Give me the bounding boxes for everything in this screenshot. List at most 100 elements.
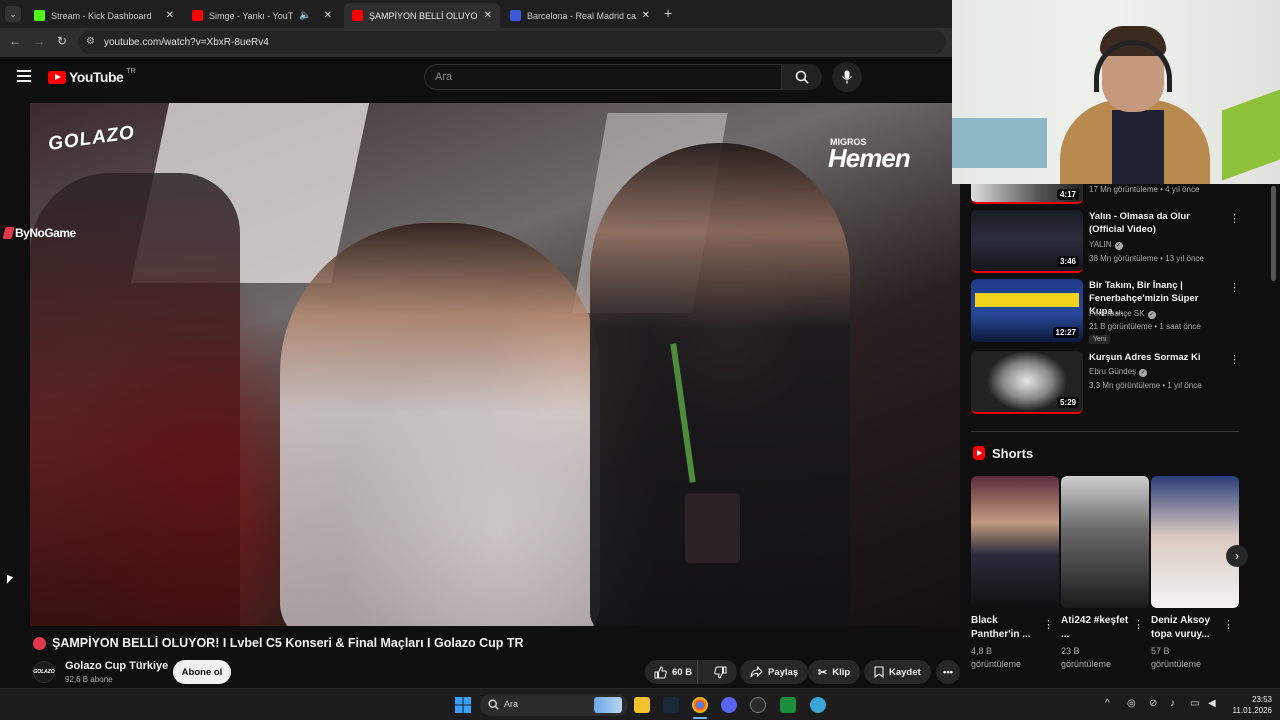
subscribe-button[interactable]: Abone ol [173, 660, 231, 684]
video-title: Kurşun Adres Sormaz Ki [1089, 352, 1201, 363]
channel-avatar[interactable]: GOLAZO [33, 661, 55, 683]
more-vertical-icon[interactable]: ⋮ [1133, 618, 1144, 631]
more-vertical-icon[interactable]: ⋮ [1043, 618, 1054, 631]
save-button[interactable]: Kaydet [864, 660, 931, 684]
tab-barcelona-real-madrid[interactable]: Barcelona - Real Madrid canlı skor ✕ [502, 3, 658, 28]
mouse-cursor-icon [7, 574, 13, 587]
tab-sampiyon-belli-oluyor[interactable]: ŞAMPİYON BELLİ OLUYOR! I Lvbel C5 Konser… [344, 3, 500, 28]
recommendation-item[interactable]: 12:27 Bir Takım, Bir İnanç | Fenerbahçe'… [971, 279, 1241, 344]
video-thumbnail[interactable]: 12:27 [971, 279, 1083, 342]
back-arrow-icon[interactable]: ← [9, 34, 21, 48]
search-icon [488, 699, 499, 710]
short-title[interactable]: Deniz Aksoy topa vuruy... [1151, 614, 1221, 642]
video-player[interactable]: GOLAZO MIGROS Hemen [30, 103, 960, 626]
close-tab-icon[interactable]: ✕ [166, 10, 174, 21]
recommendation-item[interactable]: 5:29 Kurşun Adres Sormaz Ki Ebru Gündeş ✓… [971, 351, 1241, 414]
windows-start-icon[interactable] [455, 697, 471, 713]
app-icon[interactable] [750, 697, 766, 713]
notes-app-icon[interactable] [780, 697, 796, 713]
webcam-overlay [952, 0, 1280, 184]
taskbar-clock[interactable]: 23:53 11.01.2026 [1224, 694, 1272, 716]
clip-button[interactable]: ✂ Klip [808, 660, 861, 684]
more-vertical-icon[interactable]: ⋮ [1229, 353, 1240, 366]
forward-arrow-icon[interactable]: → [33, 34, 45, 48]
tray-chevron-up-icon[interactable]: ^ [1105, 698, 1110, 709]
search-input[interactable]: Ara [424, 64, 782, 90]
share-button[interactable]: Paylaş [740, 660, 809, 684]
video-meta: 38 Mn görüntüleme • 13 yıl önce [1089, 254, 1204, 263]
taskbar-search-box[interactable]: Ara [480, 694, 628, 716]
recommendation-item[interactable]: 4:17 17 Mn görüntüleme • 4 yıl önce [971, 184, 1241, 204]
video-meta: 17 Mn görüntüleme • 4 yıl önce [1089, 185, 1200, 194]
search-icon [795, 70, 809, 84]
short-thumbnail[interactable] [1151, 476, 1239, 608]
youtube-play-icon [48, 70, 66, 84]
tab-title: Barcelona - Real Madrid canlı skor [527, 10, 636, 21]
tray-muted-icon[interactable]: ⊘ [1149, 698, 1157, 709]
video-thumbnail[interactable]: 4:17 [971, 184, 1083, 204]
new-tab-button[interactable]: + [664, 5, 672, 21]
channel-name: Ebru Gündeş [1089, 367, 1137, 376]
clock-time: 23:53 [1251, 695, 1272, 704]
youtube-header: YouTube TR Ara [0, 57, 952, 97]
more-horizontal-icon: ••• [943, 666, 953, 678]
short-title[interactable]: Black Panther'in ... [971, 614, 1041, 642]
short-views: 57 B görüntüleme [1151, 646, 1202, 669]
close-tab-icon[interactable]: ✕ [484, 10, 492, 21]
more-vertical-icon[interactable]: ⋮ [1229, 281, 1240, 294]
tab-title: Stream - Kick Dashboard [51, 10, 152, 21]
clock-date: 11.01.2026 [1232, 706, 1272, 715]
video-thumbnail[interactable]: 5:29 [971, 351, 1083, 414]
bynogame-logo-icon [2, 227, 15, 239]
tab-simge-yanki[interactable]: Simge - Yankı - YouTube 🔈 ✕ [184, 3, 340, 28]
hamburger-menu-icon[interactable] [17, 70, 31, 85]
video-duration: 3:46 [1056, 256, 1079, 267]
short-title[interactable]: Ati242 #keşfet ... [1061, 614, 1131, 642]
search-button[interactable] [782, 64, 822, 90]
microphone-icon [841, 70, 853, 84]
more-vertical-icon[interactable]: ⋮ [1223, 618, 1234, 631]
share-label: Paylaş [768, 666, 799, 678]
browser-app-icon[interactable] [810, 697, 826, 713]
close-tab-icon[interactable]: ✕ [642, 10, 650, 21]
tab-title: ŞAMPİYON BELLİ OLUYOR! I Lvbel C5 Konser… [369, 10, 478, 21]
steam-icon[interactable] [663, 697, 679, 713]
new-badge: Yeni [1089, 335, 1111, 344]
address-bar[interactable]: ⚙ youtube.com/watch?v=XbxR-8ueRv4 [78, 31, 946, 54]
dislike-button[interactable] [703, 660, 737, 684]
short-thumbnail[interactable] [1061, 476, 1149, 608]
streamer-shirt [1112, 110, 1164, 184]
taskbar-search-label: Ara [504, 699, 519, 709]
reload-icon[interactable]: ↻ [57, 34, 67, 48]
tray-volume-icon[interactable]: ◀ [1208, 698, 1216, 709]
recommendation-item[interactable]: 3:46 Yalın - Olmasa da Olur (Official Vi… [971, 210, 1241, 273]
speaker-icon[interactable]: 🔈 [299, 10, 311, 21]
video-meta: 21 B görüntüleme • 1 saat önce [1089, 322, 1201, 331]
youtube-logo[interactable]: YouTube TR [48, 68, 136, 85]
video-thumbnail[interactable]: 3:46 [971, 210, 1083, 273]
site-info-icon[interactable]: ⚙ [86, 36, 95, 47]
tab-kick-dashboard[interactable]: Stream - Kick Dashboard ✕ [26, 3, 182, 28]
close-tab-icon[interactable]: ✕ [324, 10, 332, 21]
more-vertical-icon[interactable]: ⋮ [1229, 212, 1240, 225]
more-actions-button[interactable]: ••• [936, 660, 960, 684]
voice-search-button[interactable] [832, 62, 862, 92]
kick-favicon-icon [34, 10, 45, 21]
short-thumbnail[interactable] [971, 476, 1059, 608]
chrome-icon[interactable] [692, 697, 708, 713]
sidebar-scrollbar[interactable] [1271, 186, 1276, 281]
file-explorer-icon[interactable] [634, 697, 650, 713]
tray-microphone-icon[interactable]: ♪ [1170, 698, 1175, 709]
tab-search-menu-button[interactable]: ⌄ [5, 6, 21, 22]
like-dislike-group: 60 B [645, 660, 737, 684]
shorts-logo-icon [973, 446, 985, 460]
tray-network-icon[interactable]: ▭ [1190, 698, 1199, 709]
bed-shape [952, 118, 1047, 168]
tray-app-icon[interactable]: ◎ [1127, 698, 1136, 709]
like-button[interactable]: 60 B [645, 660, 699, 684]
video-duration: 4:17 [1056, 189, 1079, 200]
channel-name[interactable]: Golazo Cup Türkiye [65, 660, 168, 672]
discord-icon[interactable] [721, 697, 737, 713]
shorts-next-arrow-icon[interactable]: › [1226, 545, 1248, 567]
like-count: 60 B [672, 666, 693, 678]
